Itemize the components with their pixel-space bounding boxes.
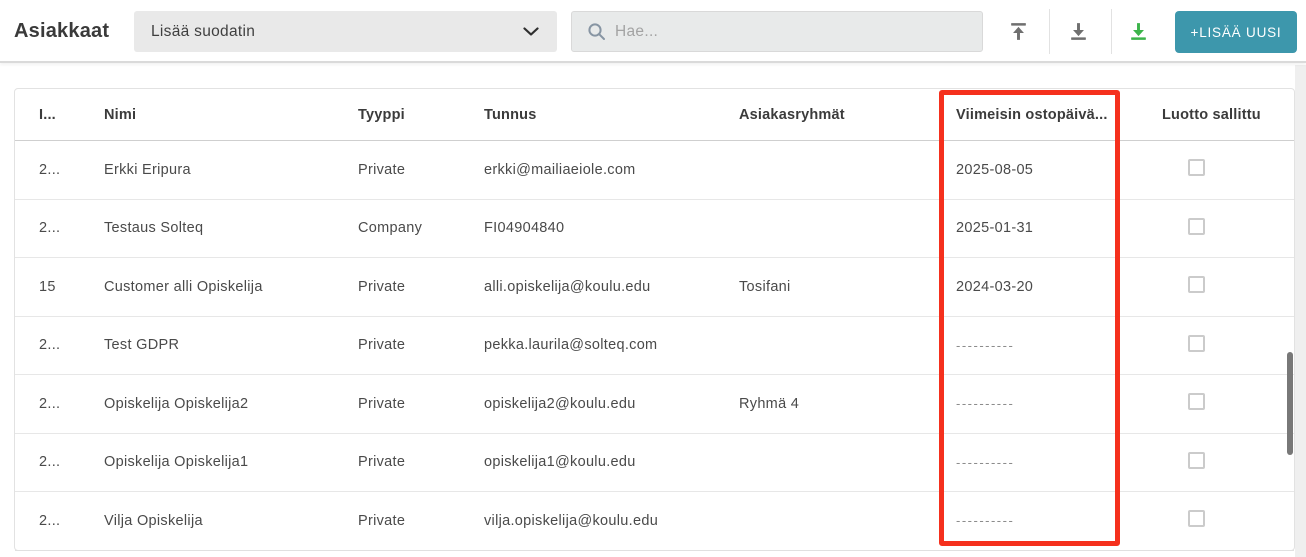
cell-tyyppi: Private [358, 337, 406, 354]
column-header-id[interactable]: I... [39, 107, 104, 123]
download-button[interactable] [1058, 11, 1098, 52]
cell-tunnus: FI04904840 [484, 220, 565, 237]
cell-asiakasryhmat: Ryhmä 4 [739, 395, 800, 412]
add-filter-dropdown[interactable]: Lisää suodatin [134, 11, 557, 52]
table-row[interactable]: 2... Opiskelija Opiskelija1 Private opis… [15, 434, 1294, 492]
table-row[interactable]: 2... Erkki Eripura Private erkki@mailiae… [15, 141, 1294, 200]
cell-tyyppi: Private [358, 161, 406, 178]
cell-viimeisin-ostopaiva: ---------- [956, 513, 1015, 529]
cell-tyyppi: Private [358, 395, 406, 412]
cell-tunnus: erkki@mailiaeiole.com [484, 161, 636, 178]
vertical-scrollbar-thumb[interactable] [1287, 352, 1293, 455]
scrollbar-track [1295, 65, 1306, 557]
cell-asiakasryhmat: Tosifani [739, 278, 791, 295]
download-icon [1070, 23, 1086, 40]
table-header-row: I... Nimi Tyyppi Tunnus Asiakasryhmät Vi… [15, 89, 1294, 141]
cell-tyyppi: Private [358, 454, 406, 471]
cell-id: 2... [39, 337, 61, 354]
table-row[interactable]: 15 Customer alli Opiskelija Private alli… [15, 258, 1294, 317]
credit-allowed-checkbox[interactable] [1188, 217, 1205, 235]
column-header-asiakasryhmat[interactable]: Asiakasryhmät [739, 107, 956, 123]
search-input[interactable] [615, 22, 970, 41]
table-row[interactable]: 2... Opiskelija Opiskelija2 Private opis… [15, 375, 1294, 434]
cell-viimeisin-ostopaiva: ---------- [956, 454, 1015, 470]
cell-id: 15 [39, 278, 56, 295]
customers-table: I... Nimi Tyyppi Tunnus Asiakasryhmät Vi… [14, 88, 1295, 551]
add-filter-label: Lisää suodatin [151, 22, 256, 40]
cell-tyyppi: Private [358, 278, 406, 295]
column-header-luotto-sallittu[interactable]: Luotto sallittu [1162, 107, 1286, 123]
cell-nimi: Opiskelija Opiskelija1 [104, 454, 249, 471]
column-header-tyyppi[interactable]: Tyyppi [358, 107, 484, 123]
cell-nimi: Customer alli Opiskelija [104, 278, 263, 295]
cell-viimeisin-ostopaiva: 2024-03-20 [956, 278, 1034, 295]
page-title: Asiakkaat [14, 20, 110, 42]
search-field [571, 11, 983, 52]
cell-nimi: Test GDPR [104, 337, 180, 354]
cell-nimi: Opiskelija Opiskelija2 [104, 395, 249, 412]
credit-allowed-checkbox[interactable] [1188, 334, 1205, 352]
chevron-down-icon [523, 27, 539, 36]
column-header-tunnus[interactable]: Tunnus [484, 107, 739, 123]
cell-tunnus: opiskelija2@koulu.edu [484, 395, 636, 412]
add-new-button[interactable]: +LISÄÄ UUSI [1175, 11, 1297, 53]
cell-nimi: Vilja Opiskelija [104, 512, 203, 529]
cell-id: 2... [39, 454, 61, 471]
cell-id: 2... [39, 395, 61, 412]
cell-id: 2... [39, 512, 61, 529]
cell-id: 2... [39, 161, 61, 178]
search-icon [588, 23, 605, 40]
credit-allowed-checkbox[interactable] [1188, 510, 1205, 528]
cell-id: 2... [39, 220, 61, 237]
credit-allowed-checkbox[interactable] [1188, 451, 1205, 469]
upload-icon [1010, 23, 1026, 40]
export-green-icon [1130, 23, 1146, 40]
toolbar-divider [1111, 9, 1112, 54]
cell-tunnus: alli.opiskelija@koulu.edu [484, 278, 651, 295]
table-row[interactable]: 2... Vilja Opiskelija Private vilja.opis… [15, 492, 1294, 551]
table-row[interactable]: 2... Testaus Solteq Company FI04904840 2… [15, 200, 1294, 258]
column-header-viimeisin-ostopaiva[interactable]: Viimeisin ostopäivä... [956, 107, 1162, 123]
cell-tunnus: vilja.opiskelija@koulu.edu [484, 512, 659, 529]
cell-viimeisin-ostopaiva: 2025-08-05 [956, 161, 1034, 178]
credit-allowed-checkbox[interactable] [1188, 393, 1205, 411]
table-row[interactable]: 2... Test GDPR Private pekka.laurila@sol… [15, 317, 1294, 375]
cell-tunnus: opiskelija1@koulu.edu [484, 454, 636, 471]
customers-page: Asiakkaat Lisää suodatin Hae... +LISÄÄ U… [0, 0, 1306, 557]
cell-viimeisin-ostopaiva: 2025-01-31 [956, 220, 1034, 237]
cell-nimi: Testaus Solteq [104, 220, 204, 237]
cell-tyyppi: Company [358, 220, 423, 237]
column-header-nimi[interactable]: Nimi [104, 107, 358, 123]
top-bar: Asiakkaat Lisää suodatin Hae... +LISÄÄ U… [0, 0, 1306, 63]
toolbar-divider [1049, 9, 1050, 54]
cell-tunnus: pekka.laurila@solteq.com [484, 337, 658, 354]
upload-button[interactable] [998, 11, 1038, 52]
cell-viimeisin-ostopaiva: ---------- [956, 396, 1015, 412]
cell-viimeisin-ostopaiva: ---------- [956, 337, 1015, 353]
export-button[interactable] [1118, 11, 1158, 52]
credit-allowed-checkbox[interactable] [1188, 276, 1205, 294]
cell-tyyppi: Private [358, 512, 406, 529]
cell-nimi: Erkki Eripura [104, 161, 191, 178]
credit-allowed-checkbox[interactable] [1188, 159, 1205, 177]
